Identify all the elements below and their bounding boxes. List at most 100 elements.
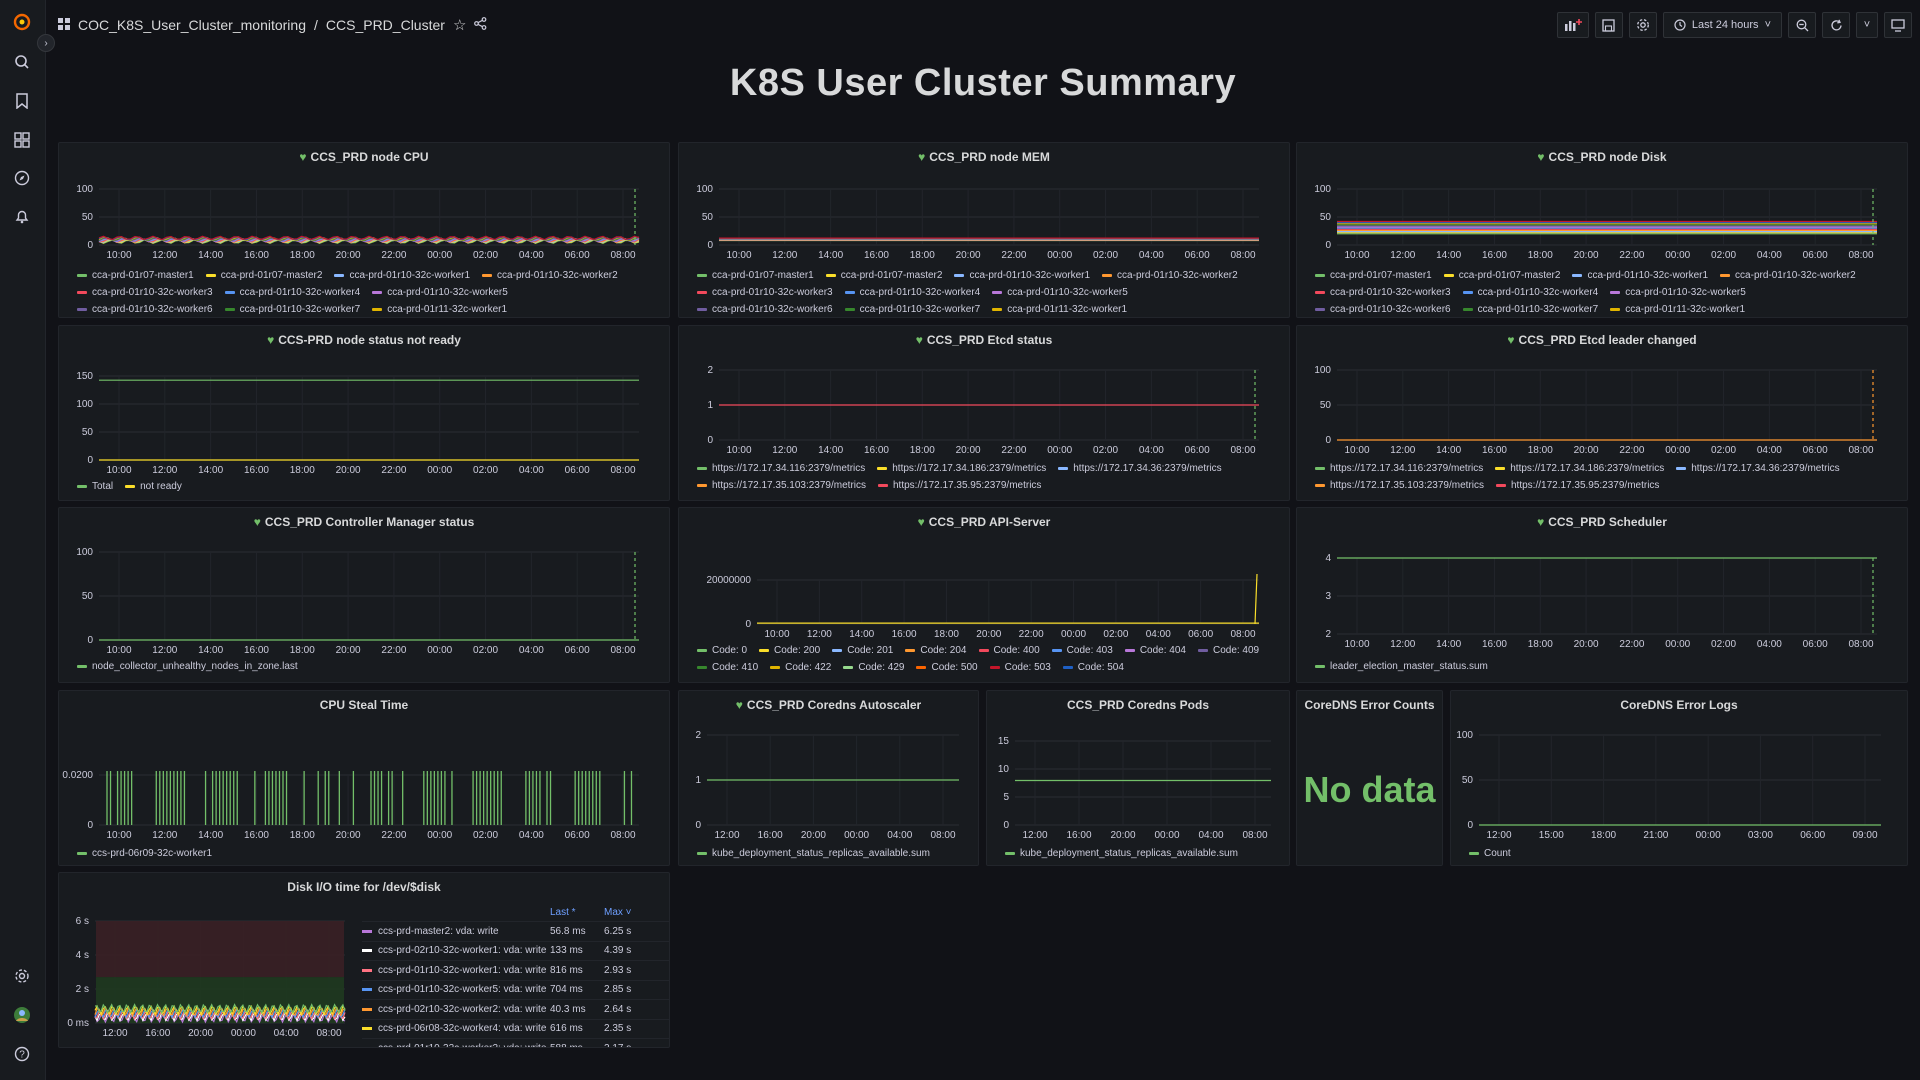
legend-item[interactable]: https://172.17.35.95:2379/metrics (878, 477, 1041, 494)
legend-item[interactable]: https://172.17.34.116:2379/metrics (1315, 460, 1483, 477)
panel-coredns-pods[interactable]: CCS_PRD Coredns Pods 15 10 5 0 12:00 16:00 20:0… (986, 690, 1290, 866)
legend-item[interactable]: cca-prd-01r10-32c-worker4 (844, 284, 980, 301)
panel-node-status-not-ready[interactable]: ♥ CCS-PRD node status not ready 150 100 50 0 1… (58, 325, 670, 501)
legend-item[interactable]: cca-prd-01r07-master1 (77, 267, 194, 284)
panel-etcd-leader-changed[interactable]: ♥ CCS_PRD Etcd leader changed 100 50 0 10:00 1… (1296, 325, 1908, 501)
tv-mode-button[interactable] (1884, 12, 1912, 38)
legend-item[interactable]: cca-prd-01r07-master1 (1315, 267, 1432, 284)
legend-item[interactable]: cca-prd-01r07-master2 (205, 267, 322, 284)
legend-item[interactable]: cca-prd-01r10-32c-worker6 (1315, 301, 1451, 315)
apps-icon[interactable] (12, 130, 32, 150)
legend-item[interactable]: cca-prd-01r10-32c-worker7 (1462, 301, 1598, 315)
refresh-interval-dropdown[interactable]: ˅ (1856, 12, 1878, 38)
panel-coredns-error-logs[interactable]: CoreDNS Error Logs 100 50 0 12:00 15:00 18:00 2… (1450, 690, 1908, 866)
legend-item[interactable]: cca-prd-01r10-32c-worker4 (224, 284, 360, 301)
legend-item[interactable]: node_collector_unhealthy_nodes_in_zone.l… (77, 658, 298, 675)
legend-item[interactable]: Code: 500 (916, 659, 978, 676)
legend-item[interactable]: cca-prd-01r10-32c-worker3 (697, 284, 833, 301)
legend-item[interactable]: cca-prd-01r10-32c-worker2 (482, 267, 618, 284)
legend-item[interactable]: cca-prd-01r10-32c-worker1 (954, 267, 1090, 284)
refresh-button[interactable] (1822, 12, 1850, 38)
legend-item[interactable]: cca-prd-01r10-32c-worker1 (1572, 267, 1708, 284)
legend-item[interactable]: Code: 503 (989, 659, 1051, 676)
legend-item[interactable]: cca-prd-01r07-master1 (697, 267, 814, 284)
legend-item[interactable]: cca-prd-01r10-32c-worker7 (844, 301, 980, 315)
gear-icon[interactable] (12, 966, 32, 986)
legend-item[interactable]: https://172.17.35.103:2379/metrics (1315, 477, 1484, 494)
legend-item[interactable]: kube_deployment_status_replicas_availabl… (697, 845, 930, 862)
panel-node-mem[interactable]: ♥ CCS_PRD node MEM 100 50 0 10:00 12:00 14:00 16… (678, 142, 1290, 318)
legend-item[interactable]: not ready (125, 478, 182, 495)
share-icon[interactable] (474, 17, 487, 33)
legend-item[interactable]: Code: 429 (843, 659, 904, 676)
panel-node-cpu[interactable]: ♥ CCS_PRD node CPU 100 50 0 10:00 12:00 14:00 16… (58, 142, 670, 318)
avatar[interactable] (12, 1005, 32, 1025)
panel-scheduler[interactable]: ♥ CCS_PRD Scheduler 4 3 2 10:00 12:00 14:00 16:0… (1296, 507, 1908, 683)
legend-item[interactable]: cca-prd-01r07-master2 (825, 267, 942, 284)
legend-item[interactable]: Code: 201 (832, 642, 893, 659)
legend-item[interactable]: kube_deployment_status_replicas_availabl… (1005, 845, 1238, 862)
legend-item[interactable]: https://172.17.34.36:2379/metrics (1676, 460, 1840, 477)
legend-item[interactable]: cca-prd-01r11-32c-worker1 (992, 301, 1127, 315)
panel-etcd-status[interactable]: ♥ CCS_PRD Etcd status 2 1 0 10:00 12:00 14:00 16… (678, 325, 1290, 501)
panel-api-server[interactable]: ♥ CCS_PRD API-Server 20000000 0 10:00 12:00 14… (678, 507, 1290, 683)
legend-item[interactable]: cca-prd-01r10-32c-worker1 (334, 267, 470, 284)
legend-item[interactable]: cca-prd-01r10-32c-worker3 (1315, 284, 1451, 301)
grafana-logo-icon[interactable] (12, 12, 32, 32)
panel-disk-io-time[interactable]: Disk I/O time for /dev/$disk Last * Max ˅… (58, 872, 670, 1048)
legend-item[interactable]: Code: 0 (697, 642, 747, 659)
legend-item[interactable]: Code: 404 (1124, 642, 1186, 659)
legend-item[interactable]: https://172.17.34.116:2379/metrics (697, 460, 865, 477)
legend-item[interactable]: cca-prd-01r10-32c-worker6 (77, 301, 213, 315)
legend-item[interactable]: Code: 400 (978, 642, 1040, 659)
legend-item[interactable]: cca-prd-01r10-32c-worker2 (1102, 267, 1238, 284)
legend-item[interactable]: Code: 403 (1051, 642, 1113, 659)
legend-item[interactable]: https://172.17.35.103:2379/metrics (697, 477, 866, 494)
question-icon[interactable]: ? (12, 1044, 32, 1064)
legend-item[interactable]: cca-prd-01r10-32c-worker6 (697, 301, 833, 315)
add-panel-button[interactable] (1556, 12, 1589, 38)
legend-item[interactable]: Count (1469, 845, 1511, 862)
panel-controller-manager-status[interactable]: ♥ CCS_PRD Controller Manager status 100 50 0… (58, 507, 670, 683)
settings-button[interactable] (1628, 12, 1657, 38)
legend-item[interactable]: https://172.17.34.186:2379/metrics (877, 460, 1046, 477)
star-icon[interactable]: ☆ (453, 16, 466, 34)
legend-item[interactable]: Code: 204 (905, 642, 967, 659)
panel-node-disk[interactable]: ♥ CCS_PRD node Disk 100 50 0 10:00 12:00 14:00 1… (1296, 142, 1908, 318)
legend-item[interactable]: Code: 200 (759, 642, 820, 659)
panel-coredns-error-counts[interactable]: CoreDNS Error Counts No data (1296, 690, 1443, 866)
search-icon[interactable] (12, 52, 32, 72)
legend-item[interactable]: cca-prd-01r07-master2 (1443, 267, 1560, 284)
legend-item[interactable]: https://172.17.34.186:2379/metrics (1495, 460, 1664, 477)
breadcrumb-dashboard[interactable]: CCS_PRD_Cluster (326, 17, 445, 33)
legend-item[interactable]: https://172.17.34.36:2379/metrics (1058, 460, 1222, 477)
legend-item[interactable]: leader_election_master_status.sum (1315, 658, 1488, 675)
bell-icon[interactable] (12, 206, 32, 226)
legend-item[interactable]: cca-prd-01r10-32c-worker3 (77, 284, 213, 301)
expand-nav-button[interactable]: › (37, 34, 55, 52)
dashboards-grid-icon[interactable] (58, 17, 70, 33)
panel-cpu-steal-time[interactable]: CPU Steal Time 0.0200 0 10:00 12:00 14:00 16:0… (58, 690, 670, 866)
legend-item[interactable]: cca-prd-01r10-32c-worker4 (1462, 284, 1598, 301)
save-button[interactable] (1594, 12, 1623, 38)
zoom-out-button[interactable] (1788, 12, 1816, 38)
legend-item[interactable]: cca-prd-01r10-32c-worker2 (1720, 267, 1856, 284)
legend-item[interactable]: cca-prd-01r10-32c-worker7 (224, 301, 360, 315)
legend-item[interactable]: Code: 504 (1062, 659, 1124, 676)
legend-item[interactable]: cca-prd-01r10-32c-worker5 (992, 284, 1128, 301)
legend-item[interactable]: Total (77, 478, 113, 495)
legend-item[interactable]: Code: 409 (1197, 642, 1259, 659)
legend-item[interactable]: ccs-prd-06r09-32c-worker1 (77, 845, 212, 862)
time-range-picker[interactable]: Last 24 hours ˅ (1662, 12, 1782, 38)
legend-item[interactable]: cca-prd-01r10-32c-worker5 (1610, 284, 1746, 301)
panel-coredns-autoscaler[interactable]: ♥ CCS_PRD Coredns Autoscaler 2 1 0 12:00 16:00… (678, 690, 979, 866)
legend-item[interactable]: cca-prd-01r11-32c-worker1 (1610, 301, 1745, 315)
legend-item[interactable]: cca-prd-01r10-32c-worker5 (372, 284, 508, 301)
bookmark-icon[interactable] (12, 91, 32, 111)
legend-item[interactable]: https://172.17.35.95:2379/metrics (1496, 477, 1659, 494)
legend-item[interactable]: Code: 410 (697, 659, 758, 676)
legend-item[interactable]: cca-prd-01r11-32c-worker1 (372, 301, 507, 315)
compass-icon[interactable] (12, 168, 32, 188)
legend-item[interactable]: Code: 422 (770, 659, 831, 676)
breadcrumb-folder[interactable]: COC_K8S_User_Cluster_monitoring (78, 17, 306, 33)
